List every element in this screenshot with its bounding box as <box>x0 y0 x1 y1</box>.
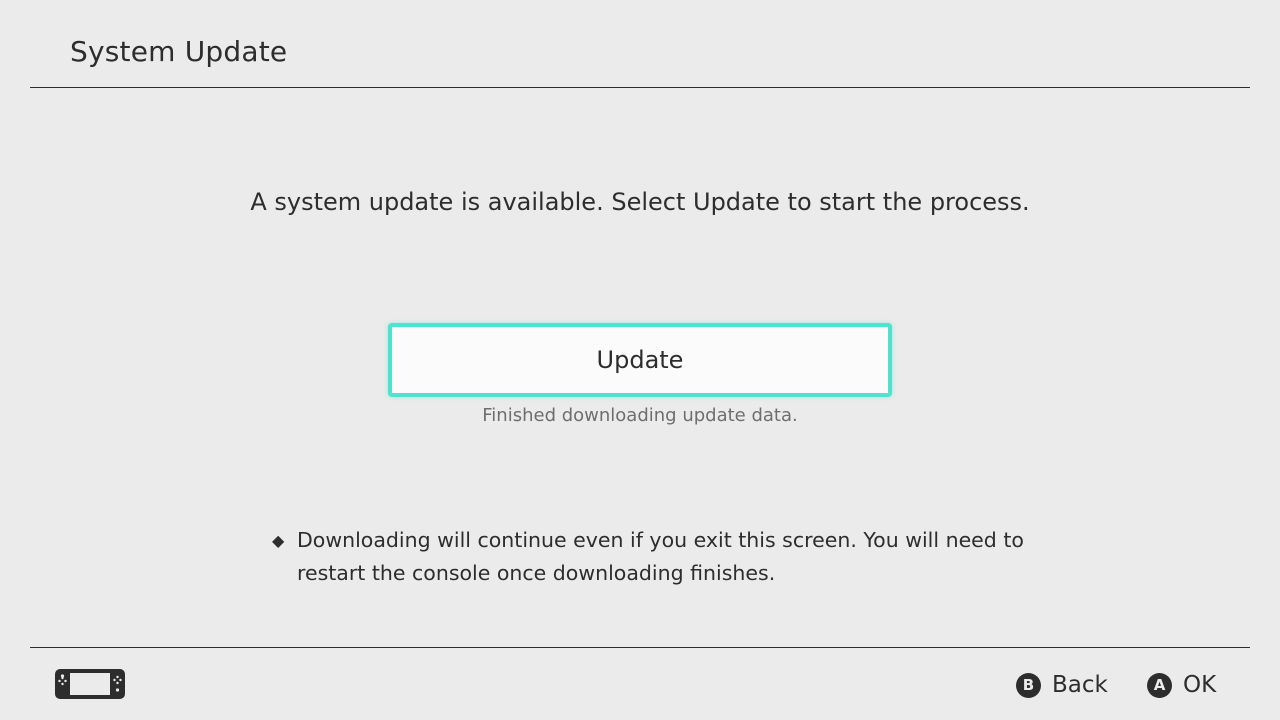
back-button[interactable]: B Back <box>1016 668 1108 702</box>
back-button-label: Back <box>1052 672 1108 698</box>
diamond-bullet-icon: ◆ <box>272 531 285 550</box>
download-status-text: Finished downloading update data. <box>482 405 798 426</box>
footer-divider <box>30 647 1250 648</box>
update-button[interactable]: Update <box>388 323 892 397</box>
b-button-icon: B <box>1016 672 1041 698</box>
ok-button-label: OK <box>1183 672 1217 698</box>
download-note: ◆ Downloading will continue even if you … <box>272 524 1032 590</box>
download-note-text: Downloading will continue even if you ex… <box>297 528 1024 585</box>
page-title: System Update <box>70 35 288 68</box>
update-available-message: A system update is available. Select Upd… <box>250 188 1030 216</box>
a-button-icon: A <box>1147 672 1172 698</box>
update-button-label: Update <box>596 346 684 374</box>
ok-button[interactable]: A OK <box>1147 668 1216 702</box>
handheld-console-icon <box>55 669 125 699</box>
header-divider <box>30 87 1250 88</box>
system-update-screen: System Update A system update is availab… <box>0 0 1280 720</box>
